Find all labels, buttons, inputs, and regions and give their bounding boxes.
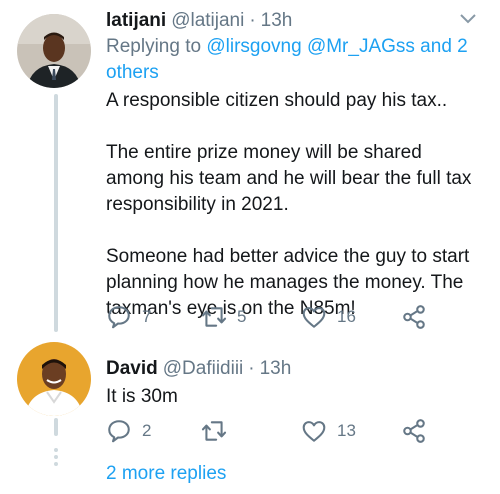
share-icon — [403, 305, 425, 329]
reply-button[interactable]: 7 — [106, 302, 201, 332]
replying-to-line: Replying to @lirsgovng @Mr_JAGss and 2 o… — [106, 34, 484, 86]
like-count: 13 — [337, 421, 356, 440]
author-name[interactable]: David — [106, 356, 158, 382]
tweet-david[interactable]: David @Dafiidiii · 13h It is 30m 2 13 — [0, 340, 500, 450]
author-handle[interactable]: @Dafiidiii — [163, 356, 244, 382]
tweet-text: A responsible citizen should pay his tax… — [106, 90, 472, 319]
share-icon — [403, 419, 425, 443]
retweet-icon — [201, 421, 227, 441]
like-count: 16 — [337, 307, 356, 326]
author-name[interactable]: latijani — [106, 8, 166, 34]
avatar[interactable] — [17, 14, 91, 88]
reply-button[interactable]: 2 — [106, 416, 201, 446]
replying-to-label: Replying to — [106, 36, 202, 57]
reply-count: 2 — [142, 421, 152, 440]
avatar[interactable] — [17, 342, 91, 416]
retweet-button[interactable]: 5 — [201, 302, 301, 332]
author-handle[interactable]: @latijani — [171, 8, 244, 34]
retweet-icon — [201, 307, 227, 327]
separator-dot: · — [249, 10, 256, 31]
reply-count: 7 — [142, 307, 152, 326]
retweet-count: 5 — [237, 307, 247, 326]
like-button[interactable]: 16 — [301, 302, 401, 332]
tweet-timestamp[interactable]: 13h — [260, 356, 292, 382]
reply-icon — [108, 306, 130, 329]
retweet-button[interactable] — [201, 416, 301, 446]
separator-dot: · — [248, 358, 255, 379]
share-button[interactable] — [401, 302, 437, 332]
more-replies-link[interactable]: 2 more replies — [106, 463, 226, 485]
chevron-down-icon[interactable] — [458, 12, 478, 26]
tweet-text: It is 30m — [106, 386, 178, 407]
thread-dots — [54, 448, 58, 469]
like-icon — [302, 421, 326, 442]
reply-icon — [108, 420, 130, 443]
tweet-timestamp[interactable]: 13h — [261, 8, 293, 34]
like-icon — [302, 307, 326, 328]
like-button[interactable]: 13 — [301, 416, 401, 446]
share-button[interactable] — [401, 416, 437, 446]
tweet-latijani[interactable]: latijani @latijani · 13h Replying to @li… — [0, 0, 500, 340]
